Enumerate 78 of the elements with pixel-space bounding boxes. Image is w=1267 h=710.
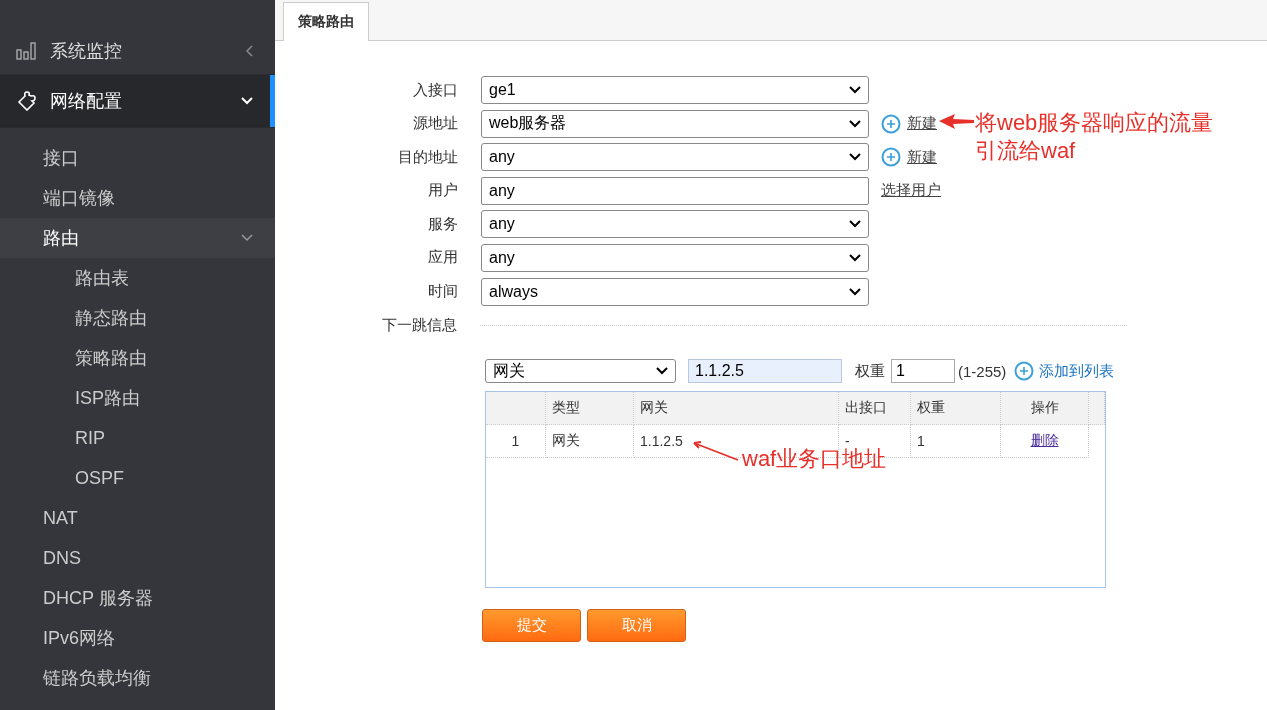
bar-chart-icon — [16, 41, 38, 61]
menu-label: 系统监控 — [50, 40, 123, 63]
field-label: 入接口 — [412, 80, 458, 100]
menu-label: 网络配置 — [50, 90, 123, 113]
table-cell: 网关 — [546, 425, 634, 459]
add-icon — [881, 147, 901, 168]
tab[interactable]: 策略路由 — [283, 2, 369, 41]
sidebar-subitem[interactable]: OSPF — [0, 458, 124, 498]
field-label: 应用 — [427, 248, 458, 268]
add-icon — [881, 113, 901, 134]
sidebar-subitem[interactable]: DHCP 服务器 — [0, 578, 275, 618]
annotation-text: waf业务口地址 — [742, 445, 887, 473]
menu-label: DHCP 服务器 — [43, 587, 153, 610]
dropdown[interactable]: web服务器 — [481, 109, 869, 138]
sidebar-subitem[interactable]: 路由表 — [0, 258, 129, 298]
sidebar-subitem[interactable]: 端口镜像 — [0, 178, 275, 218]
sidebar-subitem[interactable]: RIP — [0, 418, 105, 458]
table-cell: 1 — [486, 425, 546, 459]
sidebar-subitem[interactable]: 静态路由 — [0, 298, 147, 338]
sidebar-subitem[interactable]: 策略路由 — [0, 338, 147, 378]
add-to-list-link[interactable]: 添加到列表 — [1039, 361, 1115, 381]
annotation-arrow — [939, 113, 975, 131]
column-header: 出接口 — [839, 392, 911, 426]
gateway-field[interactable]: 1.1.2.5 — [688, 359, 842, 384]
dropdown[interactable]: 网关 — [485, 359, 676, 384]
field-label: 服务 — [427, 214, 458, 234]
caret-icon — [849, 220, 861, 229]
sidebar-item[interactable]: 网络配置 — [0, 75, 275, 128]
dropdown[interactable]: always — [481, 277, 869, 306]
caret-icon — [656, 367, 668, 376]
menu-label: 接口 — [43, 147, 79, 170]
dropdown[interactable]: ge1 — [481, 76, 869, 104]
section-label: 下一跳信息 — [382, 315, 457, 335]
field-label: 用户 — [427, 181, 458, 201]
field-label: 源地址 — [412, 114, 458, 134]
link[interactable]: 新建 — [907, 114, 937, 134]
dropdown[interactable]: any — [481, 210, 869, 239]
chevron-left-icon — [245, 45, 253, 57]
delete-link[interactable]: 删除 — [1030, 432, 1059, 451]
chevron-down-icon — [241, 97, 253, 105]
chevron-down-icon — [241, 234, 253, 242]
sidebar-subitem[interactable]: IPv6网络 — [0, 618, 275, 658]
field-label: 权重 — [855, 361, 885, 381]
input-field[interactable]: any — [481, 176, 869, 205]
field-label: 目的地址 — [397, 147, 458, 167]
column-header: 操作 — [1001, 392, 1089, 426]
weight-field[interactable]: 1 — [891, 359, 955, 384]
caret-icon — [849, 253, 861, 262]
annotation-arrow — [691, 441, 739, 461]
range-hint: (1-255) — [958, 362, 1007, 380]
sidebar-subitem[interactable]: DNS — [0, 538, 275, 578]
dropdown[interactable]: any — [481, 143, 869, 172]
column-header: 权重 — [911, 392, 1001, 426]
column-header: 网关 — [634, 392, 839, 426]
dropdown[interactable]: any — [481, 243, 869, 272]
puzzle-icon — [16, 91, 38, 111]
caret-icon — [849, 119, 861, 128]
menu-label: NAT — [43, 507, 78, 529]
sidebar-subitem[interactable]: 链路负载均衡 — [0, 658, 275, 698]
caret-icon — [849, 153, 861, 162]
link[interactable]: 新建 — [907, 147, 937, 167]
menu-label: 端口镜像 — [43, 187, 115, 210]
table-cell: 1 — [911, 425, 1001, 459]
sidebar-subitem[interactable]: ISP路由 — [0, 378, 140, 418]
caret-icon — [849, 287, 861, 296]
caret-icon — [849, 86, 861, 94]
link[interactable]: 选择用户 — [881, 181, 941, 201]
field-label: 时间 — [427, 282, 458, 302]
menu-label: 链路负载均衡 — [43, 667, 151, 690]
menu-label: 路由 — [43, 227, 79, 250]
menu-label: DNS — [43, 547, 81, 569]
column-header: 类型 — [546, 392, 634, 426]
sidebar-subitem[interactable]: 路由 — [0, 218, 275, 258]
sidebar-subitem[interactable]: 接口 — [0, 138, 275, 178]
sidebar-subitem[interactable]: NAT — [0, 498, 275, 538]
add-icon — [1014, 361, 1035, 382]
menu-label: IPv6网络 — [43, 627, 116, 650]
annotation-text: 将web服务器响应的流量引流给waf — [975, 109, 1215, 165]
